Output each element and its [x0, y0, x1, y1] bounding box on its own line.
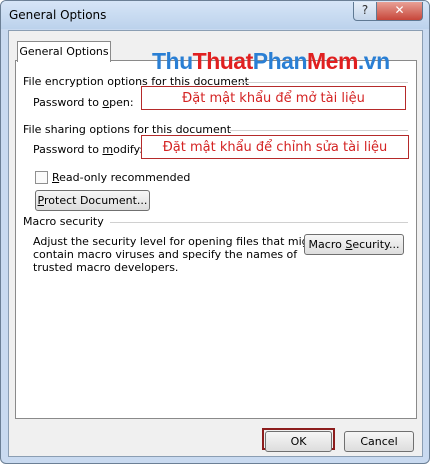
macro-description-line-3: trusted macro developers.: [33, 261, 179, 274]
readonly-checkbox[interactable]: [35, 171, 48, 184]
close-button[interactable]: ✕: [376, 2, 423, 21]
macro-description-line-2: contain macro viruses and specify the na…: [33, 248, 298, 261]
sharing-divider: [230, 130, 408, 131]
dialog-title: General Options: [9, 8, 107, 22]
general-options-dialog: General Options ? ✕ General Options ThuT…: [0, 0, 430, 464]
password-open-field[interactable]: Đặt mật khẩu để mở tài liệu: [141, 86, 406, 110]
ok-button[interactable]: OK: [265, 431, 332, 452]
tab-general-options[interactable]: General Options: [17, 41, 111, 62]
readonly-label[interactable]: Read-only recommended: [52, 171, 190, 184]
macro-description-line-1: Adjust the security level for opening fi…: [33, 235, 320, 248]
macro-divider: [110, 222, 408, 223]
cancel-button[interactable]: Cancel: [344, 431, 414, 452]
watermark-logo: ThuThuatPhanMem.vn: [152, 48, 390, 74]
macro-section-heading: Macro security: [23, 215, 104, 228]
encryption-divider: [238, 82, 408, 83]
macro-security-button[interactable]: Macro Security...: [304, 234, 404, 255]
dialog-body: General Options ThuThuatPhanMem.vn File …: [8, 30, 423, 457]
password-modify-label: Password to modify:: [33, 143, 144, 156]
protect-document-button[interactable]: Protect Document...: [35, 190, 150, 211]
password-open-label: Password to open:: [33, 96, 134, 109]
title-bar: General Options ? ✕: [1, 1, 429, 29]
tab-panel: ThuThuatPhanMem.vn File encryption optio…: [15, 48, 417, 419]
help-button[interactable]: ?: [353, 2, 377, 21]
password-modify-field[interactable]: Đặt mật khẩu để chỉnh sửa tài liệu: [141, 135, 409, 159]
